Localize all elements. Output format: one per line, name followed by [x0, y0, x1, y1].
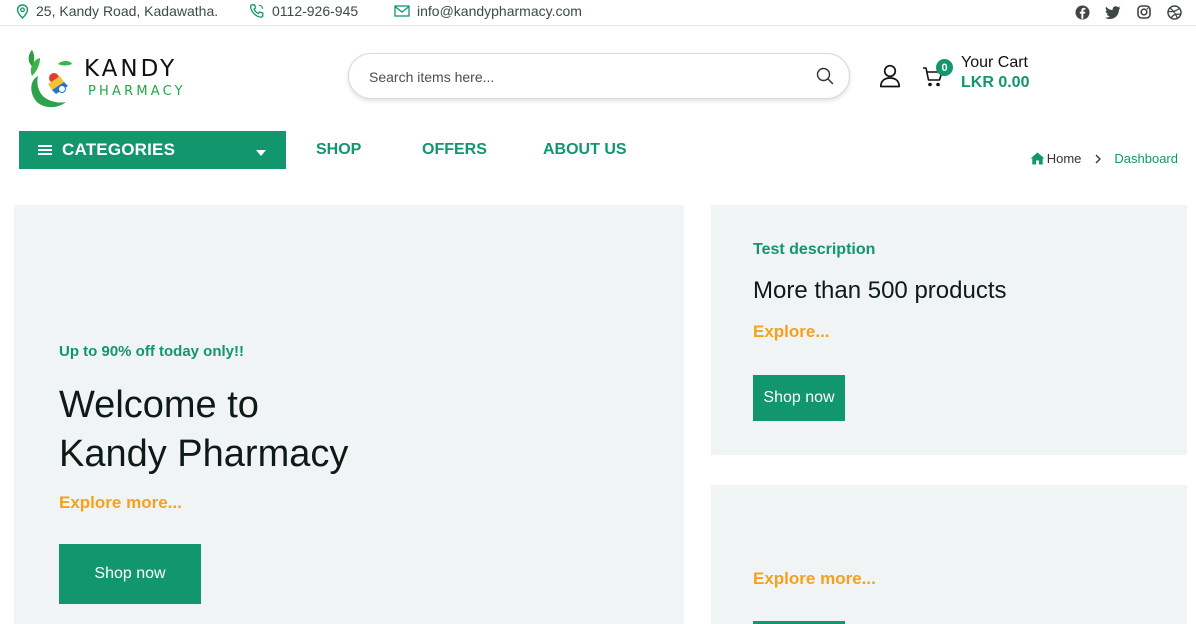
- facebook-icon[interactable]: [1073, 3, 1091, 21]
- hero-title: Welcome to Kandy Pharmacy: [59, 381, 348, 479]
- location-pin-icon: [16, 3, 29, 19]
- promo-card-2-explore-link[interactable]: Explore more...: [753, 569, 876, 589]
- hero-title-line-1: Welcome to: [59, 384, 259, 426]
- search-input[interactable]: [369, 66, 799, 88]
- instagram-icon[interactable]: [1135, 3, 1153, 21]
- email-icon: [394, 5, 410, 17]
- search-icon: [816, 67, 834, 85]
- phone-icon: [249, 4, 264, 18]
- promo-card-secondary: Explore more...: [711, 485, 1187, 624]
- breadcrumb-current: Dashboard: [1114, 151, 1178, 166]
- nav-link-offers[interactable]: OFFERS: [422, 141, 487, 159]
- email-text[interactable]: info@kandypharmacy.com: [417, 3, 582, 19]
- email-info[interactable]: info@kandypharmacy.com: [394, 3, 582, 19]
- hero-tagline: Up to 90% off today only!!: [59, 343, 244, 360]
- promo-card-products: Test description More than 500 products …: [711, 205, 1187, 455]
- site-logo[interactable]: KANDY PHARMACY: [26, 46, 206, 112]
- nav-link-shop[interactable]: SHOP: [316, 141, 361, 159]
- hero-shop-now-button[interactable]: Shop now: [59, 544, 201, 604]
- promo-card-shop-now-button[interactable]: Shop now: [753, 375, 845, 421]
- logo-text-secondary: PHARMACY: [88, 84, 186, 99]
- cart-title[interactable]: Your Cart: [961, 54, 1028, 72]
- top-bar: 25, Kandy Road, Kadawatha. 0112-926-945 …: [0, 0, 1196, 26]
- hero-explore-link[interactable]: Explore more...: [59, 493, 182, 513]
- search-button[interactable]: [815, 66, 835, 86]
- phone-info[interactable]: 0112-926-945: [249, 3, 358, 19]
- home-icon: [1030, 152, 1045, 165]
- promo-card-explore-link[interactable]: Explore...: [753, 322, 830, 342]
- chevron-right-icon: [1095, 154, 1102, 164]
- menu-icon: [38, 145, 52, 155]
- categories-label: CATEGORIES: [62, 140, 176, 159]
- promo-card-title: More than 500 products: [753, 277, 1007, 304]
- twitter-icon[interactable]: [1104, 3, 1122, 21]
- breadcrumb: Home Dashboard: [1030, 151, 1178, 166]
- breadcrumb-home-label: Home: [1046, 151, 1082, 166]
- breadcrumb-home[interactable]: Home: [1030, 151, 1082, 166]
- phone-text[interactable]: 0112-926-945: [272, 3, 358, 19]
- address-text: 25, Kandy Road, Kadawatha.: [36, 3, 219, 19]
- hero-title-line-2: Kandy Pharmacy: [59, 433, 349, 475]
- search-bar: [348, 53, 850, 99]
- caret-down-icon: [256, 150, 266, 156]
- dribbble-icon[interactable]: [1165, 3, 1183, 21]
- address-info: 25, Kandy Road, Kadawatha.: [16, 3, 218, 19]
- cart-count-badge: 0: [936, 59, 953, 76]
- promo-card-tagline: Test description: [753, 241, 876, 258]
- logo-mark-icon: [28, 50, 72, 108]
- categories-dropdown-button[interactable]: CATEGORIES: [19, 131, 286, 169]
- user-icon: [879, 64, 901, 88]
- hero-banner: Up to 90% off today only!! Welcome to Ka…: [14, 205, 684, 624]
- nav-link-about-us[interactable]: ABOUT US: [543, 141, 627, 159]
- cart-button[interactable]: 0: [922, 59, 953, 88]
- cart-total[interactable]: LKR 0.00: [961, 74, 1029, 92]
- account-button[interactable]: [879, 64, 901, 88]
- logo-text-primary: KANDY: [84, 56, 178, 82]
